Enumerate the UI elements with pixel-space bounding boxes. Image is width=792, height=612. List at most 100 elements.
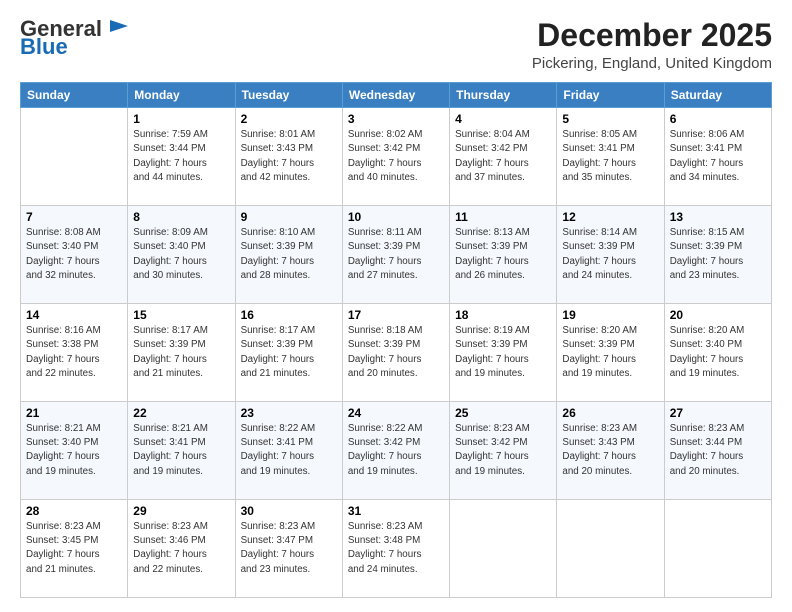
day-number: 6 (670, 112, 766, 126)
calendar-cell: 24 Sunrise: 8:22 AMSunset: 3:42 PMDayligh… (342, 402, 449, 500)
day-info: Sunrise: 8:09 AMSunset: 3:40 PMDaylight:… (133, 226, 229, 283)
calendar-cell: 29 Sunrise: 8:23 AMSunset: 3:46 PMDayligh… (128, 500, 235, 598)
day-info: Sunrise: 8:08 AMSunset: 3:40 PMDaylight:… (26, 226, 122, 283)
day-info: Sunrise: 8:22 AMSunset: 3:42 PMDaylight:… (348, 422, 444, 479)
calendar-header-row: SundayMondayTuesdayWednesdayThursdayFrid… (21, 83, 772, 108)
calendar-table: SundayMondayTuesdayWednesdayThursdayFrid… (20, 82, 772, 598)
calendar-day-header: Thursday (450, 83, 557, 108)
logo-blue-label: Blue (20, 36, 68, 58)
calendar-cell: 17 Sunrise: 8:18 AMSunset: 3:39 PMDayligh… (342, 304, 449, 402)
day-info: Sunrise: 8:21 AMSunset: 3:40 PMDaylight:… (26, 422, 122, 479)
calendar-cell (664, 500, 771, 598)
day-number: 16 (241, 308, 337, 322)
day-number: 24 (348, 406, 444, 420)
day-info: Sunrise: 8:02 AMSunset: 3:42 PMDaylight:… (348, 128, 444, 185)
day-number: 22 (133, 406, 229, 420)
calendar-cell (450, 500, 557, 598)
day-number: 23 (241, 406, 337, 420)
day-number: 18 (455, 308, 551, 322)
day-info: Sunrise: 8:17 AMSunset: 3:39 PMDaylight:… (133, 324, 229, 381)
day-number: 9 (241, 210, 337, 224)
calendar-cell: 2 Sunrise: 8:01 AMSunset: 3:43 PMDaylight… (235, 108, 342, 206)
day-number: 28 (26, 504, 122, 518)
day-number: 14 (26, 308, 122, 322)
title-section: December 2025 Pickering, England, United… (532, 18, 772, 72)
day-number: 17 (348, 308, 444, 322)
day-info: Sunrise: 8:21 AMSunset: 3:41 PMDaylight:… (133, 422, 229, 479)
day-info: Sunrise: 8:06 AMSunset: 3:41 PMDaylight:… (670, 128, 766, 185)
location-title: Pickering, England, United Kingdom (532, 55, 772, 72)
day-info: Sunrise: 8:20 AMSunset: 3:39 PMDaylight:… (562, 324, 658, 381)
day-number: 11 (455, 210, 551, 224)
day-number: 8 (133, 210, 229, 224)
calendar-week-row: 21Sunrise: 8:21 AMSunset: 3:40 PMDayligh… (21, 402, 772, 500)
day-info: Sunrise: 8:13 AMSunset: 3:39 PMDaylight:… (455, 226, 551, 283)
calendar-cell: 25 Sunrise: 8:23 AMSunset: 3:42 PMDayligh… (450, 402, 557, 500)
month-title: December 2025 (532, 18, 772, 53)
day-number: 30 (241, 504, 337, 518)
day-info: Sunrise: 8:23 AMSunset: 3:45 PMDaylight:… (26, 520, 122, 577)
day-number: 13 (670, 210, 766, 224)
header: General Blue December 2025 Pickering, En… (20, 18, 772, 72)
calendar-cell (21, 108, 128, 206)
day-info: Sunrise: 7:59 AMSunset: 3:44 PMDaylight:… (133, 128, 229, 185)
logo-icon (108, 20, 130, 38)
day-number: 27 (670, 406, 766, 420)
calendar-cell: 20 Sunrise: 8:20 AMSunset: 3:40 PMDayligh… (664, 304, 771, 402)
logo: General Blue (20, 18, 130, 58)
page: General Blue December 2025 Pickering, En… (0, 0, 792, 612)
calendar-cell: 6 Sunrise: 8:06 AMSunset: 3:41 PMDaylight… (664, 108, 771, 206)
day-info: Sunrise: 8:04 AMSunset: 3:42 PMDaylight:… (455, 128, 551, 185)
calendar-day-header: Wednesday (342, 83, 449, 108)
calendar-cell: 19 Sunrise: 8:20 AMSunset: 3:39 PMDayligh… (557, 304, 664, 402)
calendar-cell: 30 Sunrise: 8:23 AMSunset: 3:47 PMDayligh… (235, 500, 342, 598)
day-number: 10 (348, 210, 444, 224)
calendar-week-row: 7 Sunrise: 8:08 AMSunset: 3:40 PMDaylight… (21, 206, 772, 304)
calendar-day-header: Saturday (664, 83, 771, 108)
day-number: 12 (562, 210, 658, 224)
day-info: Sunrise: 8:14 AMSunset: 3:39 PMDaylight:… (562, 226, 658, 283)
day-number: 31 (348, 504, 444, 518)
day-number: 5 (562, 112, 658, 126)
calendar-day-header: Tuesday (235, 83, 342, 108)
calendar-cell: 23 Sunrise: 8:22 AMSunset: 3:41 PMDayligh… (235, 402, 342, 500)
calendar-cell: 27Sunrise: 8:23 AMSunset: 3:44 PMDayligh… (664, 402, 771, 500)
calendar-cell: 31Sunrise: 8:23 AMSunset: 3:48 PMDayligh… (342, 500, 449, 598)
day-info: Sunrise: 8:05 AMSunset: 3:41 PMDaylight:… (562, 128, 658, 185)
calendar-cell: 5 Sunrise: 8:05 AMSunset: 3:41 PMDaylight… (557, 108, 664, 206)
day-number: 29 (133, 504, 229, 518)
day-number: 19 (562, 308, 658, 322)
calendar-cell: 26Sunrise: 8:23 AMSunset: 3:43 PMDayligh… (557, 402, 664, 500)
calendar-cell: 13Sunrise: 8:15 AMSunset: 3:39 PMDayligh… (664, 206, 771, 304)
day-number: 3 (348, 112, 444, 126)
day-info: Sunrise: 8:17 AMSunset: 3:39 PMDaylight:… (241, 324, 337, 381)
day-info: Sunrise: 8:01 AMSunset: 3:43 PMDaylight:… (241, 128, 337, 185)
day-number: 4 (455, 112, 551, 126)
day-info: Sunrise: 8:23 AMSunset: 3:47 PMDaylight:… (241, 520, 337, 577)
calendar-cell: 8 Sunrise: 8:09 AMSunset: 3:40 PMDaylight… (128, 206, 235, 304)
calendar-cell: 12 Sunrise: 8:14 AMSunset: 3:39 PMDayligh… (557, 206, 664, 304)
day-number: 26 (562, 406, 658, 420)
day-number: 2 (241, 112, 337, 126)
calendar-cell: 22 Sunrise: 8:21 AMSunset: 3:41 PMDayligh… (128, 402, 235, 500)
calendar-cell: 28 Sunrise: 8:23 AMSunset: 3:45 PMDayligh… (21, 500, 128, 598)
calendar-cell: 18 Sunrise: 8:19 AMSunset: 3:39 PMDayligh… (450, 304, 557, 402)
day-info: Sunrise: 8:16 AMSunset: 3:38 PMDaylight:… (26, 324, 122, 381)
day-number: 20 (670, 308, 766, 322)
calendar-day-header: Sunday (21, 83, 128, 108)
day-number: 25 (455, 406, 551, 420)
day-info: Sunrise: 8:22 AMSunset: 3:41 PMDaylight:… (241, 422, 337, 479)
day-info: Sunrise: 8:19 AMSunset: 3:39 PMDaylight:… (455, 324, 551, 381)
calendar-day-header: Friday (557, 83, 664, 108)
calendar-cell: 1Sunrise: 7:59 AMSunset: 3:44 PMDaylight… (128, 108, 235, 206)
calendar-cell: 9Sunrise: 8:10 AMSunset: 3:39 PMDaylight… (235, 206, 342, 304)
calendar-cell: 16 Sunrise: 8:17 AMSunset: 3:39 PMDayligh… (235, 304, 342, 402)
day-info: Sunrise: 8:23 AMSunset: 3:42 PMDaylight:… (455, 422, 551, 479)
calendar-cell: 15Sunrise: 8:17 AMSunset: 3:39 PMDayligh… (128, 304, 235, 402)
day-info: Sunrise: 8:18 AMSunset: 3:39 PMDaylight:… (348, 324, 444, 381)
logo-blue-text (102, 16, 130, 41)
day-info: Sunrise: 8:20 AMSunset: 3:40 PMDaylight:… (670, 324, 766, 381)
day-info: Sunrise: 8:23 AMSunset: 3:46 PMDaylight:… (133, 520, 229, 577)
calendar-cell: 7 Sunrise: 8:08 AMSunset: 3:40 PMDaylight… (21, 206, 128, 304)
day-number: 7 (26, 210, 122, 224)
